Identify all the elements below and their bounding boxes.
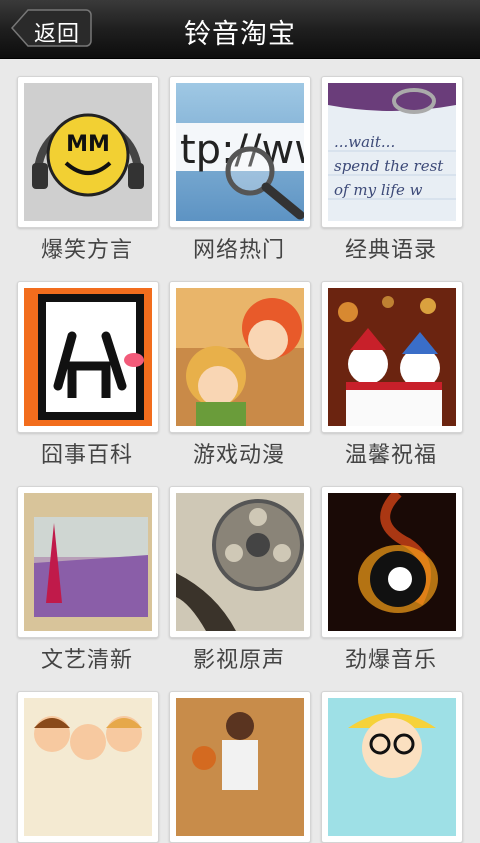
kids-thumbnail [24, 698, 152, 836]
category-tile-games[interactable] [169, 281, 311, 433]
category-tile-kids[interactable] [17, 691, 159, 843]
category-tile-film[interactable] [169, 486, 311, 638]
quote-line: spend the rest [334, 157, 444, 175]
category-label: 网络热门 [192, 238, 285, 263]
category-tile-sports[interactable] [169, 691, 311, 843]
quote-line: ...wait... [334, 133, 395, 151]
quotes-thumbnail: ...wait... spend the rest of my life w [328, 83, 456, 221]
category-tile-hot[interactable]: tp://www [169, 76, 311, 228]
hot-thumbnail: tp://www [176, 83, 304, 221]
mm-logo-text: MM [66, 132, 110, 157]
category-label: 影视原声 [192, 648, 285, 673]
music-thumbnail [328, 493, 456, 631]
jiong-thumbnail [24, 288, 152, 426]
category-label: 游戏动漫 [192, 443, 285, 468]
dialect-thumbnail: MM [24, 83, 152, 221]
page-title: 铃音淘宝 [184, 19, 296, 50]
blessings-thumbnail [328, 288, 456, 426]
category-tile-cartoon[interactable] [321, 691, 463, 843]
category-tile-dialect[interactable]: MM [17, 76, 159, 228]
title-bar: 返回 铃音淘宝 [0, 0, 480, 59]
category-label: 劲爆音乐 [344, 648, 437, 673]
artsy-thumbnail [24, 493, 152, 631]
games-thumbnail [176, 288, 304, 426]
category-tile-blessings[interactable] [321, 281, 463, 433]
category-label: 文艺清新 [40, 648, 133, 673]
sports-thumbnail [176, 698, 304, 836]
category-label: 温馨祝福 [344, 443, 437, 468]
category-tile-music[interactable] [321, 486, 463, 638]
cartoon-thumbnail [328, 698, 456, 836]
category-tile-quotes[interactable]: ...wait... spend the rest of my life w [321, 76, 463, 228]
quote-line: of my life w [334, 181, 423, 199]
film-thumbnail [176, 493, 304, 631]
category-tile-jiong[interactable] [17, 281, 159, 433]
category-tile-artsy[interactable] [17, 486, 159, 638]
category-grid: MM 爆笑方言 tp://www 网络热门 [0, 58, 480, 843]
category-label: 囧事百科 [40, 443, 133, 468]
category-label: 爆笑方言 [40, 238, 133, 263]
category-label: 经典语录 [344, 238, 437, 263]
